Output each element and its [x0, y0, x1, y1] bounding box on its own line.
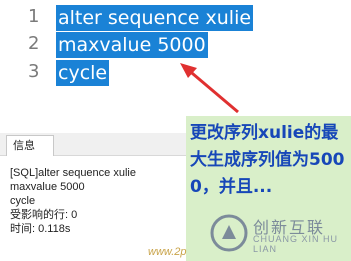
brand-logo-icon [210, 214, 248, 252]
watermark-url: www.2p [148, 246, 187, 258]
watermark-logo: 创新互联 CHUANG XIN HU LIAN [210, 212, 350, 254]
watermark-brand-en: CHUANG XIN HU LIAN [253, 234, 339, 254]
